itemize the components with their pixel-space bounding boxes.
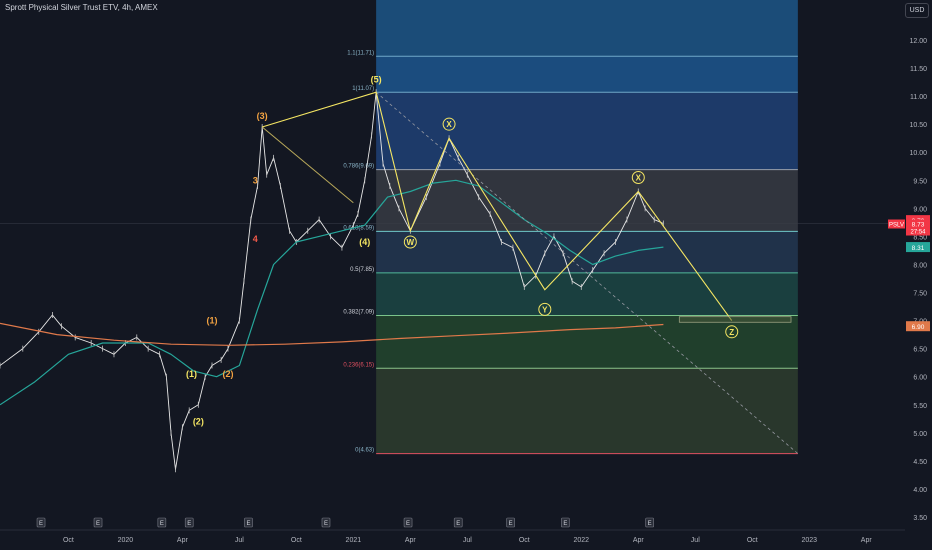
wave-label: (1) — [207, 316, 218, 326]
symbol-tag-label: PSLV — [889, 223, 904, 229]
chart-title: Sprott Physical Silver Trust ETV, 4h, AM… — [5, 3, 158, 12]
x-tick-label: 2020 — [118, 537, 134, 544]
y-tick-label: 12.00 — [909, 38, 927, 45]
x-tick-label: Jul — [691, 537, 700, 544]
x-tick-label: 2022 — [574, 537, 590, 544]
earnings-marker-label: E — [39, 521, 43, 527]
price-chart[interactable]: 1.1(11.71)1(11.07)0.786(9.69)0.618(8.59)… — [0, 0, 932, 550]
last-price-label: 8.73 — [912, 222, 925, 229]
earnings-marker-label: E — [406, 521, 410, 527]
fib-level-label: 1(11.07) — [352, 86, 374, 92]
fib-zone — [376, 315, 798, 369]
fib-level-label: 1.1(11.71) — [347, 50, 374, 56]
fib-level-label: 0.236(6.15) — [343, 362, 374, 368]
fib-zone — [376, 231, 798, 273]
y-tick-label: 11.50 — [910, 66, 927, 73]
price-axis[interactable]: 3.504.004.505.005.506.006.507.007.508.00… — [905, 0, 932, 530]
earnings-marker-label: E — [187, 521, 191, 527]
earnings-marker-label: E — [96, 521, 100, 527]
currency-button[interactable]: USD — [905, 3, 929, 18]
fib-level-label: 0.382(7.09) — [343, 310, 374, 316]
earnings-marker-label: E — [648, 521, 652, 527]
y-tick-label: 3.50 — [913, 515, 927, 522]
earnings-marker-label: E — [160, 521, 164, 527]
earnings-marker-label: E — [456, 521, 460, 527]
price-tag-label: 8.31 — [912, 245, 925, 252]
wave-label: (2) — [193, 417, 204, 427]
earnings-marker-label: E — [324, 521, 328, 527]
x-tick-label: Oct — [519, 537, 530, 544]
wave-label: (1) — [186, 369, 197, 379]
y-tick-label: 10.50 — [909, 122, 927, 129]
fib-zone — [376, 0, 798, 57]
wave-label: X — [636, 173, 642, 182]
x-tick-label: Apr — [405, 537, 417, 544]
wave-label: (2) — [222, 369, 233, 379]
y-tick-label: 4.50 — [913, 459, 927, 466]
wave-label: (3) — [257, 111, 268, 121]
earnings-marker-label: E — [509, 521, 513, 527]
wave-label: Y — [542, 305, 548, 314]
y-tick-label: 10.00 — [909, 150, 927, 157]
x-tick-label: 2021 — [346, 537, 362, 544]
y-tick-label: 5.00 — [913, 431, 927, 438]
countdown-label: 27:54 — [910, 230, 926, 236]
fib-zone — [376, 169, 798, 232]
x-tick-label: Jul — [463, 537, 472, 544]
y-tick-label: 9.00 — [913, 206, 927, 213]
x-tick-label: Oct — [291, 537, 302, 544]
y-tick-label: 6.00 — [913, 375, 927, 382]
earnings-marker-label: E — [563, 521, 567, 527]
fib-level-label: 0.5(7.85) — [350, 267, 374, 273]
y-tick-label: 5.50 — [913, 403, 927, 410]
fib-zone — [376, 56, 798, 93]
wave-label: Z — [729, 328, 734, 337]
target-zone-box[interactable] — [678, 316, 792, 323]
y-tick-label: 8.00 — [913, 262, 927, 269]
x-tick-label: Jul — [235, 537, 244, 544]
x-tick-label: Apr — [177, 537, 189, 544]
x-tick-label: Oct — [747, 537, 758, 544]
fib-zone — [376, 92, 798, 170]
fib-level-label: 0.786(9.69) — [343, 164, 374, 170]
y-tick-label: 6.50 — [913, 347, 927, 354]
wave-label: (5) — [371, 74, 382, 84]
wave-label: W — [407, 238, 415, 247]
y-tick-label: 11.00 — [910, 94, 927, 101]
x-tick-label: Oct — [63, 537, 74, 544]
x-tick-label: Apr — [861, 537, 873, 544]
x-tick-label: 2023 — [801, 537, 817, 544]
wave-label: (4) — [359, 237, 370, 247]
price-tag-label: 6.90 — [912, 324, 925, 331]
earnings-marker-label: E — [246, 521, 250, 527]
wave-label: 3 — [253, 175, 258, 185]
wave-label: 4 — [253, 234, 258, 244]
wave-label: X — [446, 120, 452, 129]
y-tick-label: 7.50 — [913, 291, 927, 298]
fib-zone — [376, 368, 798, 454]
x-tick-label: Apr — [633, 537, 645, 544]
y-tick-label: 9.50 — [913, 178, 927, 185]
fib-level-label: 0(4.63) — [355, 448, 374, 454]
y-tick-label: 4.00 — [913, 487, 927, 494]
